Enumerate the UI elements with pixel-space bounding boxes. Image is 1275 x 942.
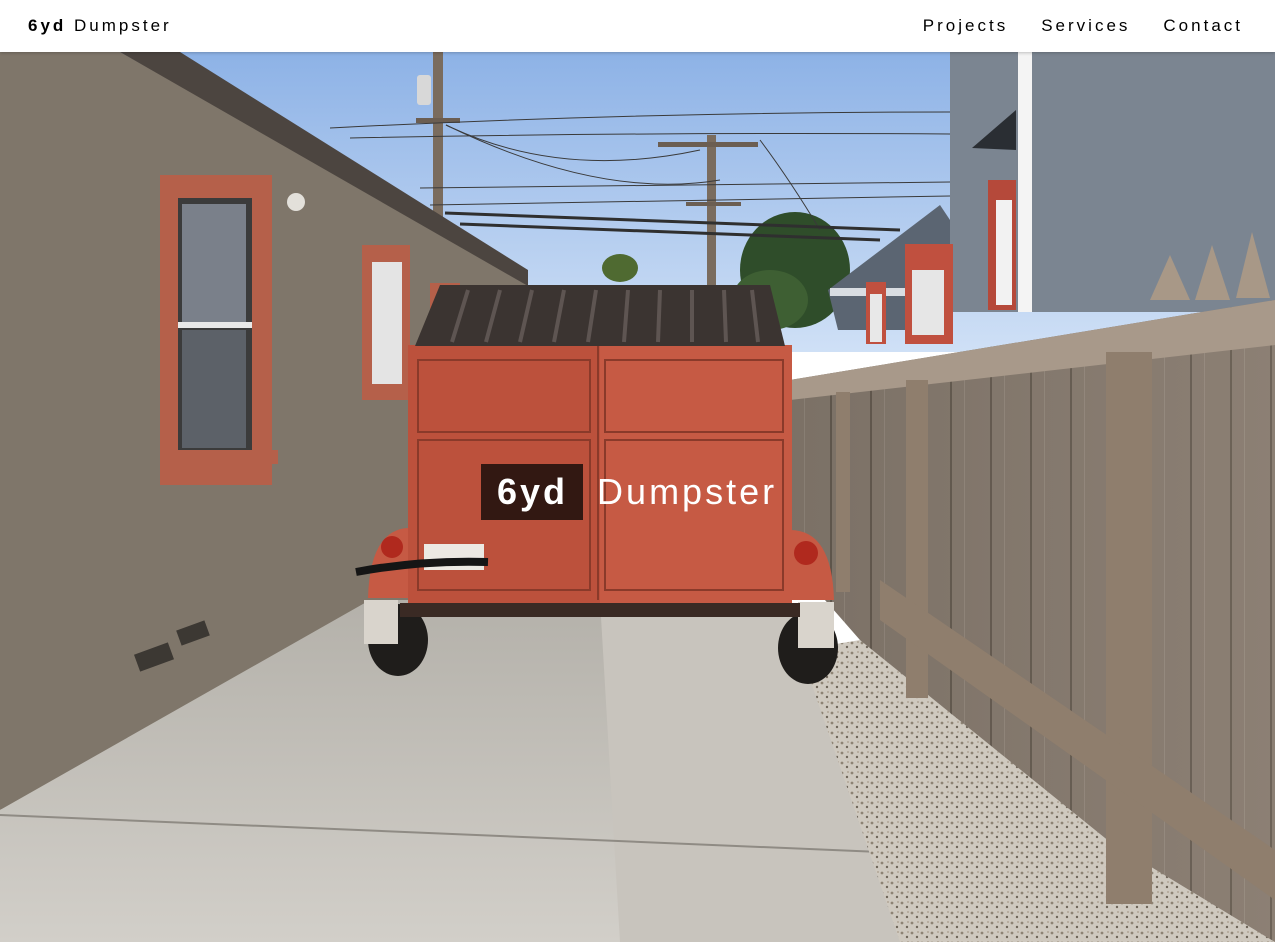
nav-link-projects[interactable]: Projects xyxy=(923,16,1008,36)
nav-link-contact[interactable]: Contact xyxy=(1163,16,1243,36)
top-nav-bar: 6yd Dumpster Projects Services Contact xyxy=(0,0,1275,52)
brand-rest: Dumpster xyxy=(74,16,172,35)
nav-link-services[interactable]: Services xyxy=(1041,16,1130,36)
hero-title-rest: Dumpster xyxy=(597,471,778,512)
main-nav: Projects Services Contact xyxy=(923,16,1243,36)
brand-bold: 6yd xyxy=(28,16,67,35)
brand-logo[interactable]: 6yd Dumpster xyxy=(28,16,172,36)
hero-title: 6yd Dumpster xyxy=(481,464,777,520)
hero-title-bold: 6yd xyxy=(481,464,584,520)
hero-section: 6yd Dumpster xyxy=(0,52,1275,942)
